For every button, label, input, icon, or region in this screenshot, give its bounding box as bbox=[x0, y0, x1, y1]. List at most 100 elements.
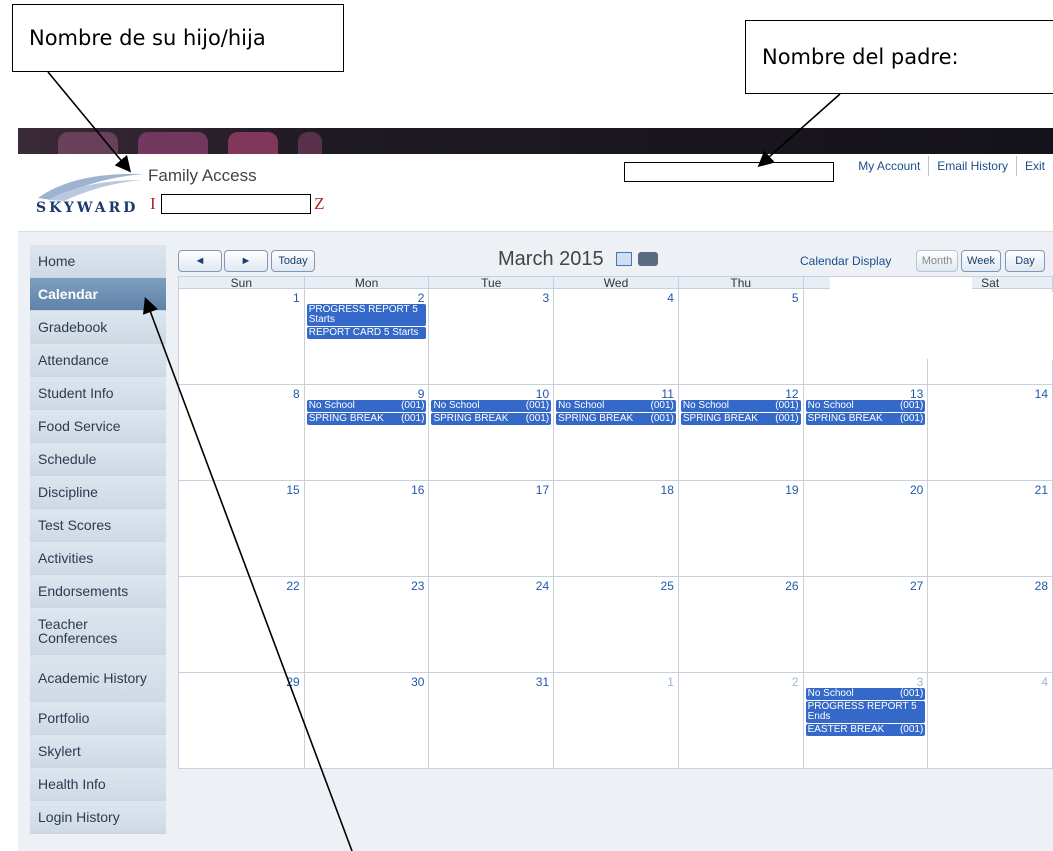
calendar-day-cell[interactable]: 12 No School (001) SPRING BREAK (001) bbox=[677, 385, 803, 480]
day-number: 16 bbox=[411, 483, 425, 497]
exit-link[interactable]: Exit bbox=[1015, 156, 1053, 176]
calendar-day-cell[interactable]: 13 No School (001) SPRING BREAK (001) bbox=[802, 385, 928, 480]
sidebar-item-calendar[interactable]: Calendar bbox=[30, 278, 166, 311]
calendar-day-cell[interactable]: 21 bbox=[927, 481, 1052, 576]
sidebar-item-test-scores[interactable]: Test Scores bbox=[30, 509, 166, 542]
calendar-day-cell[interactable]: 23 bbox=[303, 577, 429, 672]
calendar-event[interactable]: No School (001) bbox=[805, 688, 926, 700]
calendar-day-cell[interactable]: 1 bbox=[553, 673, 678, 768]
day-number: 13 bbox=[909, 387, 924, 401]
calendar-day-cell[interactable]: 3 No School (001) PROGRESS REPORT 5 Ends EAS… bbox=[802, 673, 928, 768]
calendar-day-cell[interactable]: 2 PROGRESS REPORT 5 Starts REPORT CARD 5 S… bbox=[303, 289, 429, 384]
day-number: 14 bbox=[1034, 387, 1049, 401]
month-view-button[interactable]: Month bbox=[916, 250, 958, 272]
sidebar-item-attendance[interactable]: Attendance bbox=[30, 344, 166, 377]
event-code: (001) bbox=[899, 400, 924, 411]
calendar-day-cell[interactable]: 27 bbox=[802, 577, 928, 672]
sidebar-item-academic-history[interactable]: Academic History bbox=[30, 655, 166, 702]
calendar-day-cell[interactable]: 24 bbox=[428, 577, 553, 672]
calendar-event[interactable]: No School (001) bbox=[556, 400, 676, 412]
calendar-day-cell[interactable]: 20 bbox=[802, 481, 928, 576]
calendar-day-cell[interactable]: 9 No School (001) SPRING BREAK (001) bbox=[303, 385, 429, 480]
month-title: March 2015 bbox=[498, 248, 604, 270]
calendar-event[interactable]: SPRING BREAK (001) bbox=[306, 413, 427, 425]
calendar-day-cell[interactable]: 2 bbox=[677, 673, 803, 768]
calendar-day-cell[interactable]: 14 bbox=[927, 385, 1052, 480]
calendar-day-cell[interactable]: 16 bbox=[303, 481, 429, 576]
top-links: My Account Email History Exit bbox=[850, 156, 1053, 176]
calendar-day-cell[interactable]: 19 bbox=[677, 481, 803, 576]
event-title: No School bbox=[807, 688, 854, 699]
calendar-event[interactable]: SPRING BREAK (001) bbox=[431, 413, 552, 425]
calendar-day-cell[interactable]: 11 No School (001) SPRING BREAK (001) bbox=[553, 385, 678, 480]
calendar-day-cell[interactable]: 15 bbox=[179, 481, 304, 576]
sidebar-item-student-info[interactable]: Student Info bbox=[30, 377, 166, 410]
sidebar-item-health-info[interactable]: Health Info bbox=[30, 768, 166, 801]
email-history-link[interactable]: Email History bbox=[928, 156, 1016, 176]
sidebar-nav: Home Calendar Gradebook Attendance Stude… bbox=[30, 245, 166, 834]
calendar-event[interactable]: EASTER BREAK (001) bbox=[805, 724, 926, 736]
calendar-day-cell[interactable]: 28 bbox=[927, 577, 1052, 672]
calendar-display-label[interactable]: Calendar Display bbox=[800, 254, 891, 268]
sidebar-item-activities[interactable]: Activities bbox=[30, 542, 166, 575]
calendar-day-cell[interactable]: 25 bbox=[553, 577, 678, 672]
day-number: 3 bbox=[916, 675, 924, 689]
calendar-event[interactable]: PROGRESS REPORT 5 Ends bbox=[805, 701, 926, 723]
event-title: No School bbox=[807, 400, 854, 411]
calendar-event[interactable]: SPRING BREAK (001) bbox=[805, 413, 926, 425]
week-view-button[interactable]: Week bbox=[961, 250, 1001, 272]
calendar-event[interactable]: SPRING BREAK (001) bbox=[556, 413, 676, 425]
calendar-day-cell[interactable]: 5 bbox=[677, 289, 803, 384]
sidebar-item-home[interactable]: Home bbox=[30, 245, 166, 278]
calendar-day-cell[interactable]: 29 bbox=[179, 673, 304, 768]
banner-decoration bbox=[228, 132, 278, 154]
calendar-event[interactable]: No School (001) bbox=[431, 400, 552, 412]
event-title: EASTER BREAK bbox=[807, 724, 885, 735]
sidebar-item-gradebook[interactable]: Gradebook bbox=[30, 311, 166, 344]
sidebar-item-endorsements[interactable]: Endorsements bbox=[30, 575, 166, 608]
next-month-button[interactable]: ► bbox=[224, 250, 268, 272]
calendar-day-cell[interactable]: 18 bbox=[553, 481, 678, 576]
redacted-parent-name bbox=[624, 162, 834, 182]
calendar-day-cell[interactable]: 30 bbox=[303, 673, 429, 768]
calendar-day-cell[interactable]: 3 bbox=[428, 289, 553, 384]
sidebar-item-food-service[interactable]: Food Service bbox=[30, 410, 166, 443]
sidebar-item-login-history[interactable]: Login History bbox=[30, 801, 166, 834]
sidebar-item-schedule[interactable]: Schedule bbox=[30, 443, 166, 476]
blurred-region bbox=[830, 277, 972, 359]
calendar-event[interactable]: PROGRESS REPORT 5 Starts bbox=[306, 304, 427, 326]
my-account-link[interactable]: My Account bbox=[850, 156, 928, 176]
calendar-day-cell[interactable]: 17 bbox=[428, 481, 553, 576]
calendar-event[interactable]: REPORT CARD 5 Starts bbox=[306, 327, 427, 339]
calendar-day-cell[interactable]: 31 bbox=[428, 673, 553, 768]
day-number: 12 bbox=[785, 387, 799, 401]
calendar-day-cell[interactable]: 10 No School (001) SPRING BREAK (001) bbox=[428, 385, 553, 480]
event-title: SPRING BREAK bbox=[682, 413, 758, 424]
calendar-picker-icon[interactable] bbox=[616, 252, 632, 266]
prev-month-button[interactable]: ◄ bbox=[178, 250, 222, 272]
calendar-day-cell[interactable]: 4 bbox=[927, 673, 1052, 768]
calendar-day-cell[interactable]: 4 bbox=[553, 289, 678, 384]
sidebar-item-portfolio[interactable]: Portfolio bbox=[30, 702, 166, 735]
calendar-event[interactable]: No School (001) bbox=[805, 400, 926, 412]
calendar-day-cell[interactable]: 1 bbox=[179, 289, 304, 384]
calendar-event[interactable]: No School (001) bbox=[306, 400, 427, 412]
sidebar-item-skylert[interactable]: Skylert bbox=[30, 735, 166, 768]
sidebar-item-discipline[interactable]: Discipline bbox=[30, 476, 166, 509]
calendar-day-cell[interactable]: 22 bbox=[179, 577, 304, 672]
calendar-day-cell[interactable]: 8 bbox=[179, 385, 304, 480]
event-title: No School bbox=[682, 400, 730, 411]
calendar-toolbar: ◄ ► Today March 2015 Calendar Display Mo… bbox=[178, 248, 1053, 276]
sidebar-item-teacher-conferences[interactable]: Teacher Conferences bbox=[30, 608, 166, 655]
print-icon[interactable] bbox=[638, 252, 658, 266]
calendar-event[interactable]: SPRING BREAK (001) bbox=[680, 413, 801, 425]
day-of-week-label: Mon bbox=[303, 277, 429, 289]
today-button[interactable]: Today bbox=[271, 250, 315, 272]
calendar-day-cell[interactable]: 26 bbox=[677, 577, 803, 672]
banner-decoration bbox=[298, 132, 322, 154]
day-number: 18 bbox=[660, 483, 674, 497]
day-view-button[interactable]: Day bbox=[1005, 250, 1045, 272]
calendar-event[interactable]: No School (001) bbox=[680, 400, 801, 412]
callout-child-name-text: Nombre de su hijo/hija bbox=[29, 26, 266, 50]
skyward-screenshot: SKYWARD Family Access I Z My Account Ema… bbox=[0, 128, 1053, 851]
